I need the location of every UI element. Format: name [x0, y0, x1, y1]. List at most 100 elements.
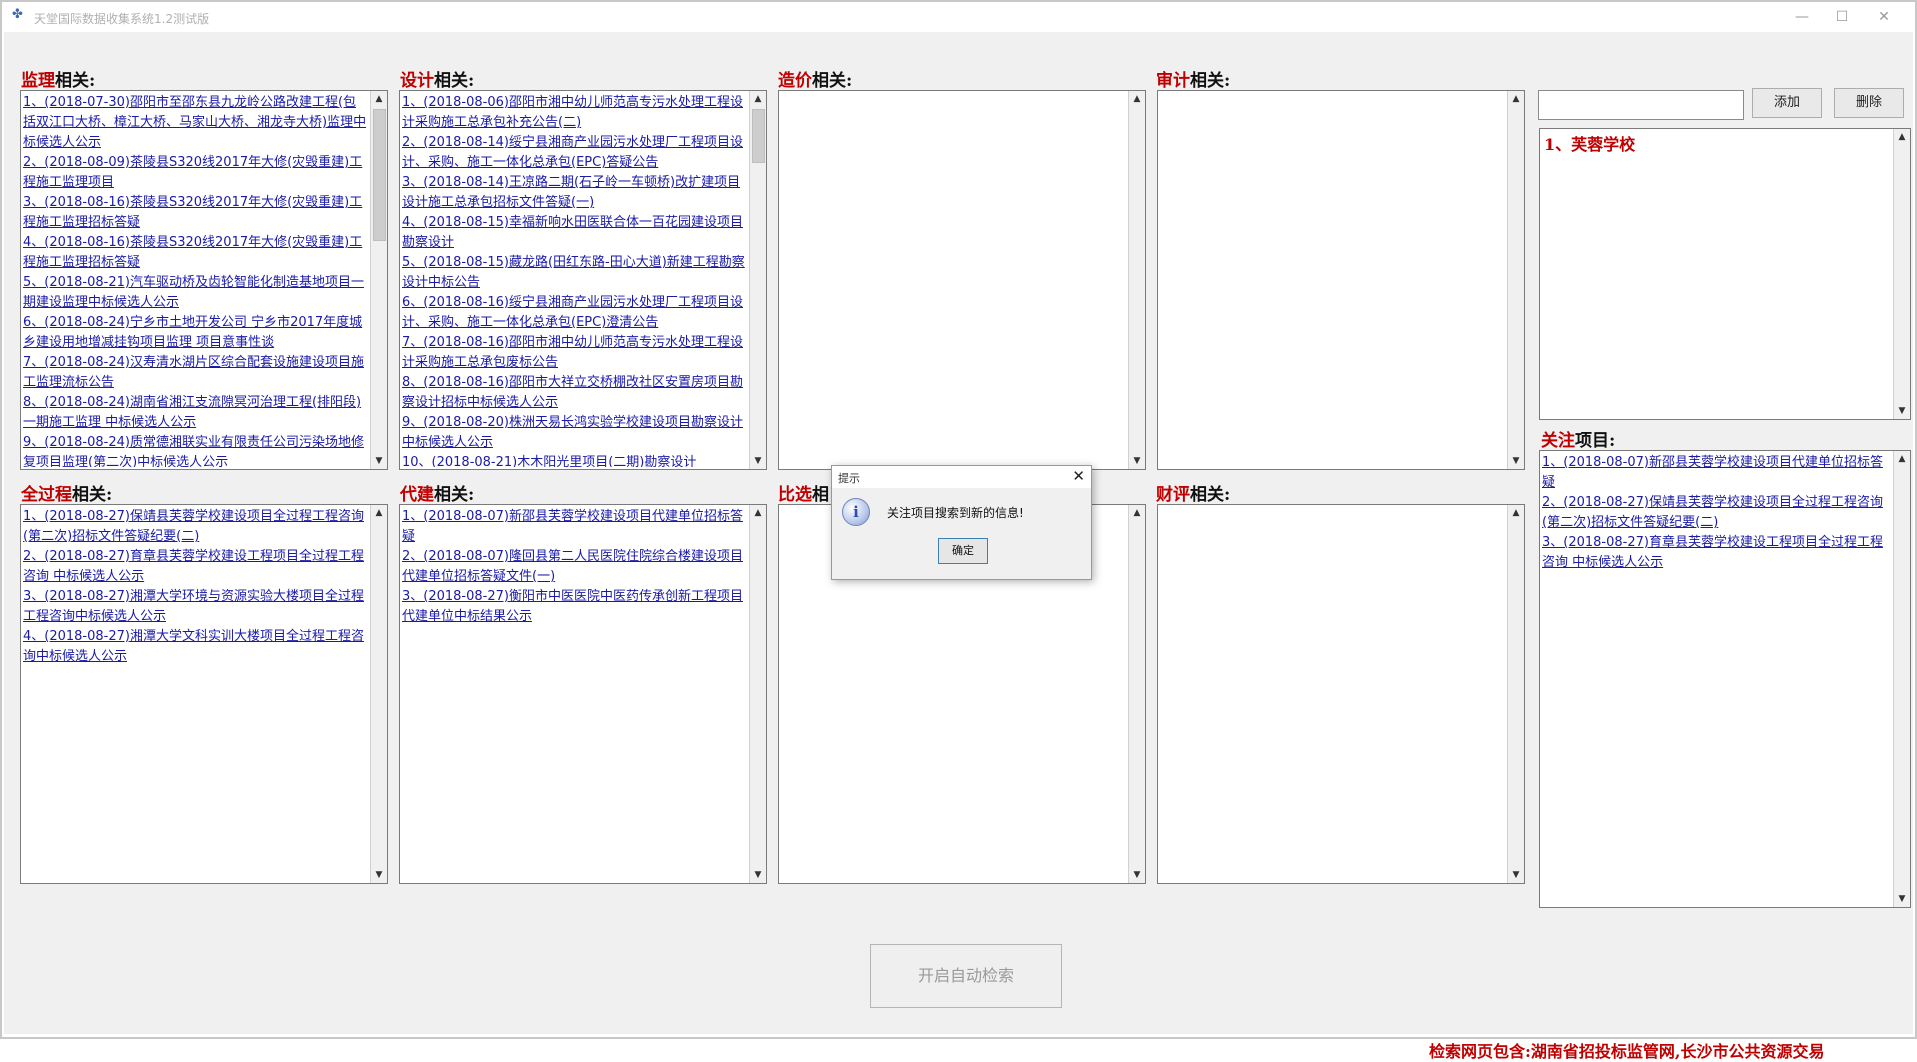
scroll-down-icon[interactable]: ▼: [1894, 403, 1910, 419]
list-item[interactable]: 4、(2018-08-15)幸福新响水田医联合体一百花园建设项目勘察设计: [402, 213, 748, 253]
sheji-list[interactable]: 1、(2018-08-06)邵阳市湘中幼儿师范高专污水处理工程设计采购施工总承包…: [399, 90, 767, 470]
daijian-label: 代建相关:: [400, 485, 475, 505]
list-item[interactable]: 3、(2018-08-27)湘潭大学环境与资源实验大楼项目全过程工程咨询中标候选…: [23, 587, 369, 627]
app-icon: ✤: [12, 7, 23, 22]
scroll-up-icon[interactable]: ▲: [1129, 91, 1145, 107]
caiping-list[interactable]: ▲ ▼: [1157, 504, 1525, 884]
list-item[interactable]: 6、(2018-08-16)绥宁县湘商产业园污水处理厂工程项目设计、采购、施工一…: [402, 293, 748, 333]
vertical-scrollbar[interactable]: ▲ ▼: [1507, 505, 1524, 883]
scroll-up-icon[interactable]: ▲: [1508, 505, 1524, 521]
zaojia-list[interactable]: ▲ ▼: [778, 90, 1146, 470]
quanguocheng-items: 1、(2018-08-27)保靖县芙蓉学校建设项目全过程工程咨询(第二次)招标文…: [23, 507, 369, 881]
sheji-items: 1、(2018-08-06)邵阳市湘中幼儿师范高专污水处理工程设计采购施工总承包…: [402, 93, 748, 467]
scroll-down-icon[interactable]: ▼: [750, 867, 766, 883]
list-item[interactable]: 2、(2018-08-27)保靖县芙蓉学校建设项目全过程工程咨询(第二次)招标文…: [1542, 493, 1892, 533]
jianli-label: 监理相关:: [21, 71, 96, 91]
scroll-down-icon[interactable]: ▼: [371, 453, 387, 469]
scroll-down-icon[interactable]: ▼: [1894, 891, 1910, 907]
list-item[interactable]: 1、(2018-08-07)新邵县芙蓉学校建设项目代建单位招标答疑: [402, 507, 748, 547]
list-item[interactable]: 9、(2018-08-24)质常德湘联实业有限责任公司污染场地修复项目监理(第二…: [23, 433, 369, 467]
focus-projects-label: 关注项目:: [1541, 431, 1616, 451]
minimize-button[interactable]: —: [1782, 6, 1822, 28]
scroll-up-icon[interactable]: ▲: [1894, 451, 1910, 467]
app-window: ✤ 天堂国际数据收集系统1.2测试版 — ☐ ✕ 监理相关: 设计相关: 造价相…: [0, 0, 1917, 1061]
scroll-thumb[interactable]: [752, 109, 765, 163]
daijian-list[interactable]: 1、(2018-08-07)新邵县芙蓉学校建设项目代建单位招标答疑 2、(201…: [399, 504, 767, 884]
keyword-input[interactable]: [1538, 90, 1744, 120]
list-item[interactable]: 1、(2018-08-07)新邵县芙蓉学校建设项目代建单位招标答疑: [1542, 453, 1892, 493]
zaojia-label: 造价相关:: [778, 71, 853, 91]
dialog-ok-button[interactable]: 确定: [938, 538, 988, 564]
info-icon: i: [842, 498, 870, 526]
focus-projects-items: 1、(2018-08-07)新邵县芙蓉学校建设项目代建单位招标答疑 2、(201…: [1542, 453, 1892, 905]
list-item[interactable]: 6、(2018-08-24)宁乡市土地开发公司 宁乡市2017年度城乡建设用地增…: [23, 313, 369, 353]
list-item[interactable]: 3、(2018-08-27)育章县芙蓉学校建设工程项目全过程工程咨询 中标候选人…: [1542, 533, 1892, 573]
list-item[interactable]: 7、(2018-08-16)邵阳市湘中幼儿师范高专污水处理工程设计采购施工总承包…: [402, 333, 748, 373]
jianli-list[interactable]: 1、(2018-07-30)邵阳市至邵东县九龙岭公路改建工程(包括双江口大桥、樟…: [20, 90, 388, 470]
add-button[interactable]: 添加: [1752, 88, 1822, 118]
list-item[interactable]: 4、(2018-08-27)湘潭大学文科实训大楼项目全过程工程咨询中标候选人公示: [23, 627, 369, 667]
scroll-thumb[interactable]: [373, 109, 386, 241]
scroll-down-icon[interactable]: ▼: [1129, 453, 1145, 469]
list-item[interactable]: 1、(2018-08-27)保靖县芙蓉学校建设项目全过程工程咨询(第二次)招标文…: [23, 507, 369, 547]
notification-dialog: 提示 ✕ i 关注项目搜索到新的信息! 确定: [831, 465, 1092, 580]
scroll-down-icon[interactable]: ▼: [750, 453, 766, 469]
scroll-up-icon[interactable]: ▲: [1508, 91, 1524, 107]
list-item[interactable]: 4、(2018-08-16)茶陵县S320线2017年大修(灾毁重建)工程施工监…: [23, 233, 369, 273]
list-item[interactable]: 5、(2018-08-21)汽车驱动桥及齿轮智能化制造基地项目一期建设监理中标候…: [23, 273, 369, 313]
dialog-body: i 关注项目搜索到新的信息! 确定: [832, 488, 1091, 579]
vertical-scrollbar[interactable]: ▲ ▼: [1128, 505, 1145, 883]
list-item[interactable]: 2、(2018-08-09)茶陵县S320线2017年大修(灾毁重建)工程施工监…: [23, 153, 369, 193]
list-item[interactable]: 8、(2018-08-24)湖南省湘江支流隙冥河治理工程(排阳段)一期施工监理 …: [23, 393, 369, 433]
focus-projects-list[interactable]: 1、(2018-08-07)新邵县芙蓉学校建设项目代建单位招标答疑 2、(201…: [1539, 450, 1911, 908]
vertical-scrollbar[interactable]: ▲ ▼: [370, 505, 387, 883]
list-item[interactable]: 7、(2018-08-24)汉寿清水湖片区综合配套设施建设项目施工监理流标公告: [23, 353, 369, 393]
bixuan-label: 比选相: [778, 485, 829, 505]
jianli-items: 1、(2018-07-30)邵阳市至邵东县九龙岭公路改建工程(包括双江口大桥、樟…: [23, 93, 369, 467]
shenji-label: 审计相关:: [1156, 71, 1231, 91]
scroll-down-icon[interactable]: ▼: [1508, 453, 1524, 469]
scroll-up-icon[interactable]: ▲: [1129, 505, 1145, 521]
list-item[interactable]: 2、(2018-08-27)育章县芙蓉学校建设工程项目全过程工程咨询 中标候选人…: [23, 547, 369, 587]
dialog-close-icon[interactable]: ✕: [1072, 467, 1085, 485]
vertical-scrollbar[interactable]: ▲ ▼: [749, 91, 766, 469]
scroll-up-icon[interactable]: ▲: [371, 505, 387, 521]
list-item[interactable]: 3、(2018-08-14)王凉路二期(石子岭一车顿桥)改扩建项目设计施工总承包…: [402, 173, 748, 213]
vertical-scrollbar[interactable]: ▲ ▼: [1128, 91, 1145, 469]
scroll-up-icon[interactable]: ▲: [371, 91, 387, 107]
quanguocheng-list[interactable]: 1、(2018-08-27)保靖县芙蓉学校建设项目全过程工程咨询(第二次)招标文…: [20, 504, 388, 884]
scroll-down-icon[interactable]: ▼: [371, 867, 387, 883]
vertical-scrollbar[interactable]: ▲ ▼: [1893, 451, 1910, 907]
delete-button[interactable]: 删除: [1834, 88, 1904, 118]
list-item[interactable]: 2、(2018-08-07)隆回县第二人民医院住院综合楼建设项目代建单位招标答疑…: [402, 547, 748, 587]
vertical-scrollbar[interactable]: ▲ ▼: [749, 505, 766, 883]
vertical-scrollbar[interactable]: ▲ ▼: [1893, 129, 1910, 419]
vertical-scrollbar[interactable]: ▲ ▼: [370, 91, 387, 469]
window-title: 天堂国际数据收集系统1.2测试版: [34, 12, 210, 26]
list-item[interactable]: 1、(2018-07-30)邵阳市至邵东县九龙岭公路改建工程(包括双江口大桥、樟…: [23, 93, 369, 153]
maximize-button[interactable]: ☐: [1822, 6, 1862, 28]
vertical-scrollbar[interactable]: ▲ ▼: [1507, 91, 1524, 469]
scroll-up-icon[interactable]: ▲: [1894, 129, 1910, 145]
auto-search-button[interactable]: 开启自动检索: [870, 944, 1062, 1008]
list-item[interactable]: 9、(2018-08-20)株洲天易长鸿实验学校建设项目勘察设计中标候选人公示: [402, 413, 748, 453]
close-button[interactable]: ✕: [1864, 6, 1904, 28]
list-item[interactable]: 3、(2018-08-16)茶陵县S320线2017年大修(灾毁重建)工程施工监…: [23, 193, 369, 233]
scroll-up-icon[interactable]: ▲: [750, 91, 766, 107]
scroll-down-icon[interactable]: ▼: [1508, 867, 1524, 883]
shenji-list[interactable]: ▲ ▼: [1157, 90, 1525, 470]
scroll-down-icon[interactable]: ▼: [1129, 867, 1145, 883]
dialog-title: 提示: [838, 472, 860, 485]
scroll-up-icon[interactable]: ▲: [750, 505, 766, 521]
sheji-label: 设计相关:: [400, 71, 475, 91]
keyword-list[interactable]: 1、芙蓉学校 ▲ ▼: [1539, 128, 1911, 420]
list-item[interactable]: 3、(2018-08-27)衡阳市中医医院中医药传承创新工程项目代建单位中标结果…: [402, 587, 748, 627]
list-item[interactable]: 8、(2018-08-16)邵阳市大祥立交桥棚改社区安置房项目勘察设计招标中标候…: [402, 373, 748, 413]
keyword-items: 1、芙蓉学校: [1542, 131, 1892, 417]
list-item[interactable]: 1、(2018-08-06)邵阳市湘中幼儿师范高专污水处理工程设计采购施工总承包…: [402, 93, 748, 133]
list-item[interactable]: 2、(2018-08-14)绥宁县湘商产业园污水处理厂工程项目设计、采购、施工一…: [402, 133, 748, 173]
list-item[interactable]: 5、(2018-08-15)藏龙路(田红东路-田心大道)新建工程勘察设计中标公告: [402, 253, 748, 293]
footer-sources: 检索网页包含:湖南省招投标监管网,长沙市公共资源交易: [1429, 1042, 1825, 1061]
keyword-item[interactable]: 1、芙蓉学校: [1542, 131, 1892, 159]
list-item[interactable]: 10、(2018-08-21)木木阳光里项目(二期)勘察设计: [402, 453, 748, 467]
